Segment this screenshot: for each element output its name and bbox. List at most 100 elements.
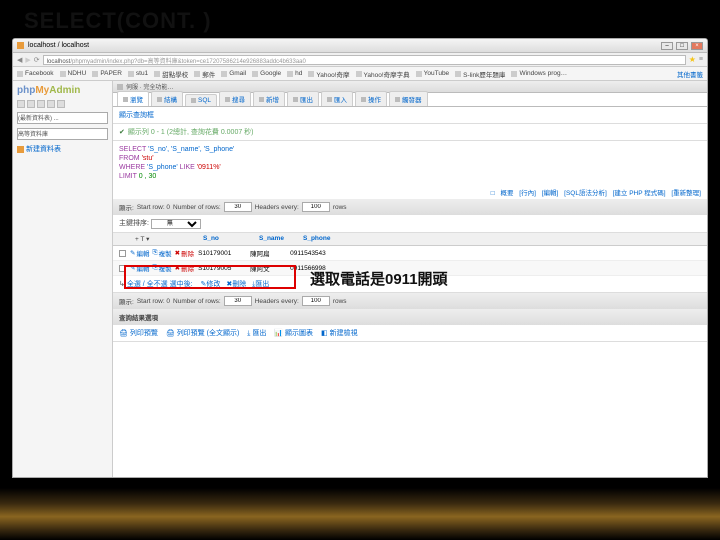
maximize-button[interactable]: □ xyxy=(676,42,688,50)
row-actions: ✎編輯 ⎘複製 ✖刪除 xyxy=(130,248,194,258)
menu-icon[interactable]: ≡ xyxy=(699,56,703,63)
bookmark-item[interactable]: 郵件 xyxy=(194,69,215,79)
sort-label: 主鍵排序: xyxy=(119,220,149,227)
col-sno[interactable]: S_no xyxy=(203,235,251,243)
sql-action-edit[interactable]: [編輯] xyxy=(542,190,559,197)
tab-favicon xyxy=(17,42,24,49)
bookmark-item[interactable]: Gmail xyxy=(221,70,246,77)
bookmark-item[interactable]: stu1 xyxy=(128,70,148,77)
success-icon: ✔ xyxy=(119,128,125,136)
tab-structure[interactable]: 結構 xyxy=(151,91,183,106)
bulk-edit[interactable]: ✎修改 xyxy=(201,281,221,288)
bookmark-item[interactable]: Yahoo!奇摩字典 xyxy=(356,69,410,79)
row-copy[interactable]: ⎘複製 xyxy=(152,248,171,258)
bookmark-item[interactable]: S-link歷年題庫 xyxy=(455,69,505,79)
bookmark-item[interactable]: Facebook xyxy=(17,70,54,77)
tab-insert[interactable]: 新增 xyxy=(253,91,285,106)
show-label: 顯示: xyxy=(119,202,134,212)
minimize-button[interactable]: – xyxy=(661,42,673,50)
tabs: 瀏覽 結構 SQL 搜尋 新增 匯出 匯入 操作 觸發器 xyxy=(113,93,707,107)
checkall-label[interactable]: 全選 / 全不選 選中後: xyxy=(127,281,193,288)
tab-sql[interactable]: SQL xyxy=(185,94,217,106)
row-copy[interactable]: ⎘複製 xyxy=(152,263,171,273)
sidebar-quick-icons xyxy=(17,100,108,108)
cell-sno: S10179005 xyxy=(198,265,246,272)
result-message: ✔ 顯示列 0 - 1 (2總計, 查詢花費 0.0007 秒) xyxy=(113,124,707,141)
window-controls: – □ × xyxy=(661,42,703,50)
tab-import[interactable]: 匯入 xyxy=(321,91,353,106)
home-icon[interactable] xyxy=(17,100,25,108)
operations-icon xyxy=(361,97,366,102)
bookmark-item[interactable]: hd xyxy=(287,70,302,77)
tab-search[interactable]: 搜尋 xyxy=(219,91,251,106)
url-input[interactable]: localhost/phpmyadmin/index.php?db=高等資料庫&… xyxy=(43,55,686,65)
print-preview[interactable]: 🖨 列印預覽 xyxy=(119,328,158,338)
search-icon xyxy=(225,97,230,102)
export-icon xyxy=(293,97,298,102)
browser-window: localhost / localhost – □ × ◀ ▶ ⟳ localh… xyxy=(12,38,708,478)
tab-title[interactable]: localhost / localhost xyxy=(28,42,89,49)
print-ops: 🖨 列印預覽 🖨 列印預覽 (全文顯示) ⤓ 匯出 📊 顯示圖表 ◧ 新建檢視 xyxy=(113,325,707,342)
database-select[interactable]: 高等資料庫 xyxy=(17,128,108,140)
bookmark-item[interactable]: YouTube xyxy=(416,70,450,77)
forward-button[interactable]: ▶ xyxy=(25,56,30,64)
bookmark-star-icon[interactable]: ★ xyxy=(689,55,696,64)
bookmark-item[interactable]: PAPER xyxy=(92,70,122,77)
reload-icon[interactable] xyxy=(57,100,65,108)
cell-sname: 陳阿扁 xyxy=(250,248,286,258)
back-button[interactable]: ◀ xyxy=(17,56,22,64)
sort-select[interactable]: 無 xyxy=(151,219,201,229)
sql-action-explain[interactable]: [SQL語法分析] xyxy=(564,190,607,197)
headers-input-bottom[interactable] xyxy=(302,296,330,306)
col-sname[interactable]: S_name xyxy=(259,235,295,243)
docs-icon[interactable] xyxy=(47,100,55,108)
reload-button[interactable]: ⟳ xyxy=(34,56,40,64)
bookmark-item[interactable]: 甜點學校 xyxy=(154,69,188,79)
close-button[interactable]: × xyxy=(691,42,703,50)
bookmark-item[interactable]: Yahoo!奇摩 xyxy=(308,69,349,79)
row-delete[interactable]: ✖刪除 xyxy=(175,263,194,273)
bookmark-item[interactable]: NDHU xyxy=(60,70,87,77)
rows-input-bottom[interactable] xyxy=(224,296,252,306)
exit-icon[interactable] xyxy=(27,100,35,108)
cell-sno: S10179001 xyxy=(198,250,246,257)
new-table-link[interactable]: 新建資料表 xyxy=(17,144,108,154)
rows-suffix: rows xyxy=(333,204,347,211)
print-preview-full[interactable]: 🖨 列印預覽 (全文顯示) xyxy=(166,328,239,338)
sql-icon xyxy=(191,98,196,103)
table-row: ✎編輯 ⎘複製 ✖刪除 S10179001 陳阿扁 0911543543 xyxy=(113,246,707,261)
row-checkbox[interactable] xyxy=(119,250,126,257)
bulk-export[interactable]: ⤓匯出 xyxy=(252,281,269,288)
bookmark-item[interactable]: 其他書籤 xyxy=(677,69,703,79)
sql-action-php[interactable]: [建立 PHP 程式碼] xyxy=(613,190,666,197)
sql-actions: □ 概要 [行內] [編輯] [SQL語法分析] [建立 PHP 程式碼] [重… xyxy=(113,185,707,199)
tab-tracking[interactable]: 觸發器 xyxy=(389,91,428,106)
sql-action-refresh[interactable]: [重新整理] xyxy=(671,190,701,197)
export-link[interactable]: ⤓ 匯出 xyxy=(247,328,266,338)
sql-action-inline[interactable]: [行內] xyxy=(519,190,536,197)
bookmark-item[interactable]: Windows prog… xyxy=(511,70,567,77)
bookmark-item[interactable]: Google xyxy=(252,70,281,77)
row-edit[interactable]: ✎編輯 xyxy=(130,263,149,273)
rows-input[interactable] xyxy=(224,202,252,212)
structure-icon xyxy=(157,97,162,102)
query-box-toggle[interactable]: 顯示查詢框 xyxy=(113,107,707,124)
import-icon xyxy=(327,97,332,102)
tab-browse[interactable]: 瀏覽 xyxy=(117,91,149,106)
browse-icon xyxy=(123,97,128,102)
sql-icon[interactable] xyxy=(37,100,45,108)
slide-title: SELECT(CONT. ) xyxy=(24,8,212,34)
headers-input[interactable] xyxy=(302,202,330,212)
tab-operations[interactable]: 操作 xyxy=(355,91,387,106)
sql-action-profiling[interactable]: □ 概要 xyxy=(491,190,514,197)
url-bar: ◀ ▶ ⟳ localhost/phpmyadmin/index.php?db=… xyxy=(13,53,707,67)
row-delete[interactable]: ✖刪除 xyxy=(175,248,194,258)
col-sphone[interactable]: S_phone xyxy=(303,235,330,243)
tab-export[interactable]: 匯出 xyxy=(287,91,319,106)
recent-tables-select[interactable]: (最新資料表) ... xyxy=(17,112,108,124)
row-edit[interactable]: ✎編輯 xyxy=(130,248,149,258)
create-view[interactable]: ◧ 新建檢視 xyxy=(321,328,358,338)
row-checkbox[interactable] xyxy=(119,265,126,272)
bulk-delete[interactable]: ✖刪除 xyxy=(226,281,246,288)
chart-link[interactable]: 📊 顯示圖表 xyxy=(274,328,313,338)
